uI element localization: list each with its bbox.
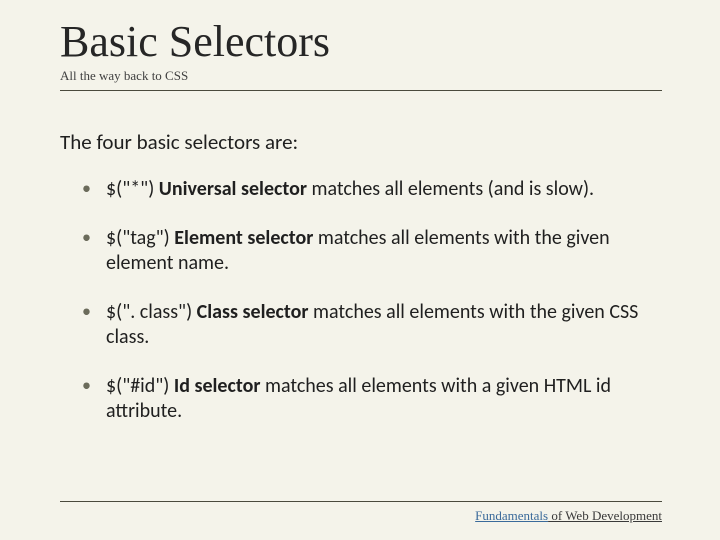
bullet-list: $("*") Universal selector matches all el… — [60, 177, 662, 424]
bullet-strong: Universal selector — [159, 177, 307, 201]
slide-subtitle: All the way back to CSS — [60, 68, 662, 84]
list-item: $("#id") Id selector matches all element… — [82, 374, 662, 424]
footer-accent: Fundamentals — [475, 508, 548, 523]
list-item: $("tag") Element selector matches all el… — [82, 226, 662, 276]
list-item: $(". class") Class selector matches all … — [82, 300, 662, 350]
bullet-strong: Id selector — [174, 374, 261, 398]
footer-rule — [60, 501, 662, 502]
intro-text: The four basic selectors are: — [60, 129, 662, 155]
bullet-code: $("tag") — [106, 226, 174, 250]
bullet-code: $("#id") — [106, 374, 174, 398]
bullet-rest: matches all elements (and is slow). — [307, 177, 594, 201]
list-item: $("*") Universal selector matches all el… — [82, 177, 662, 202]
slide: Basic Selectors All the way back to CSS … — [0, 0, 720, 540]
title-rule — [60, 90, 662, 91]
footer-text: Fundamentals of Web Development — [475, 508, 662, 524]
bullet-code: $("*") — [106, 177, 159, 201]
bullet-strong: Class selector — [197, 300, 309, 324]
bullet-code: $(". class") — [106, 300, 197, 324]
bullet-strong: Element selector — [174, 226, 313, 250]
slide-title: Basic Selectors — [60, 18, 662, 66]
footer-rest: of Web Development — [548, 508, 662, 523]
